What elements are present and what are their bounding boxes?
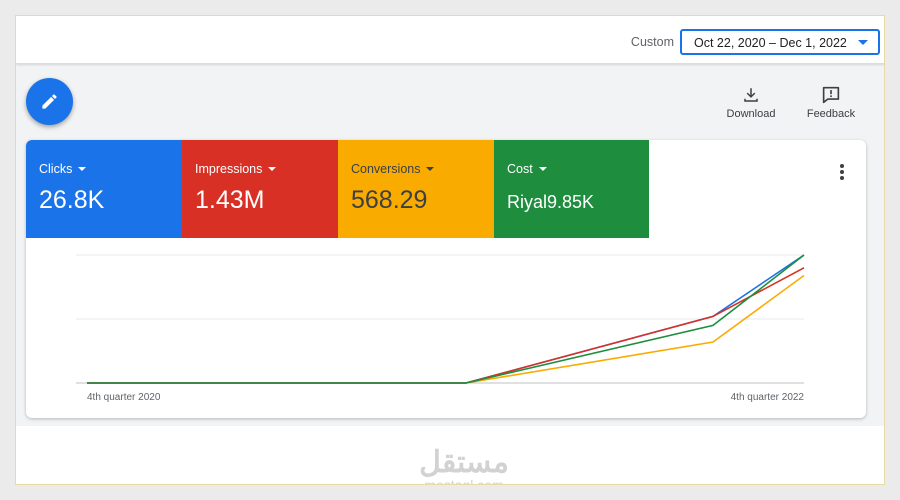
metric-value-conversions: 568.29 [351, 186, 428, 214]
date-toolbar: Custom Oct 22, 2020 – Dec 1, 2022 [16, 16, 884, 64]
metric-label-impressions[interactable]: Impressions [195, 162, 277, 176]
metric-tile-impressions[interactable]: Impressions 1.43M [182, 140, 338, 238]
metric-label-conversions[interactable]: Conversions [351, 162, 435, 176]
x-tick-label-start: 4th quarter 2020 [87, 392, 161, 403]
metric-value-clicks: 26.8K [39, 186, 105, 214]
metric-value-impressions: 1.43M [195, 186, 265, 214]
watermark-logo: مستقل mostaql.com [419, 446, 509, 485]
metric-tile-conversions[interactable]: Conversions 568.29 [338, 140, 494, 238]
more-vert-icon [840, 164, 844, 168]
dropdown-arrow-icon [78, 167, 87, 171]
date-range-dropdown[interactable]: Oct 22, 2020 – Dec 1, 2022 [680, 29, 880, 55]
pencil-icon [42, 94, 57, 109]
custom-label: Custom [630, 35, 674, 49]
app-frame: Custom Oct 22, 2020 – Dec 1, 2022 Downlo… [15, 15, 885, 485]
download-button[interactable]: Download [719, 86, 783, 120]
dropdown-arrow-icon [426, 167, 435, 171]
date-range-text: Oct 22, 2020 – Dec 1, 2022 [694, 36, 847, 50]
performance-card: Clicks 26.8K Impressions 1.43M Conversio… [26, 140, 866, 418]
metric-label-clicks[interactable]: Clicks [39, 162, 87, 176]
feedback-icon [822, 86, 840, 104]
more-options-button[interactable] [840, 164, 844, 182]
metric-label-cost[interactable]: Cost [507, 162, 547, 176]
edit-button[interactable] [26, 78, 73, 125]
series-line-1 [87, 267, 805, 384]
feedback-label: Feedback [806, 108, 856, 120]
x-tick-label-end: 4th quarter 2022 [731, 392, 805, 403]
dropdown-arrow-icon [538, 167, 547, 171]
dropdown-arrow-icon [858, 40, 868, 45]
feedback-button[interactable]: Feedback [799, 86, 863, 120]
metric-tile-cost[interactable]: Cost Riyal9.85K [494, 140, 649, 238]
performance-line-chart: 4th quarter 2020 4th quarter 2022 [76, 254, 805, 403]
download-label: Download [726, 108, 776, 120]
download-icon [744, 88, 758, 102]
dropdown-arrow-icon [268, 167, 277, 171]
metric-tile-clicks[interactable]: Clicks 26.8K [26, 140, 182, 238]
metric-value-cost: Riyal9.85K [507, 192, 595, 212]
